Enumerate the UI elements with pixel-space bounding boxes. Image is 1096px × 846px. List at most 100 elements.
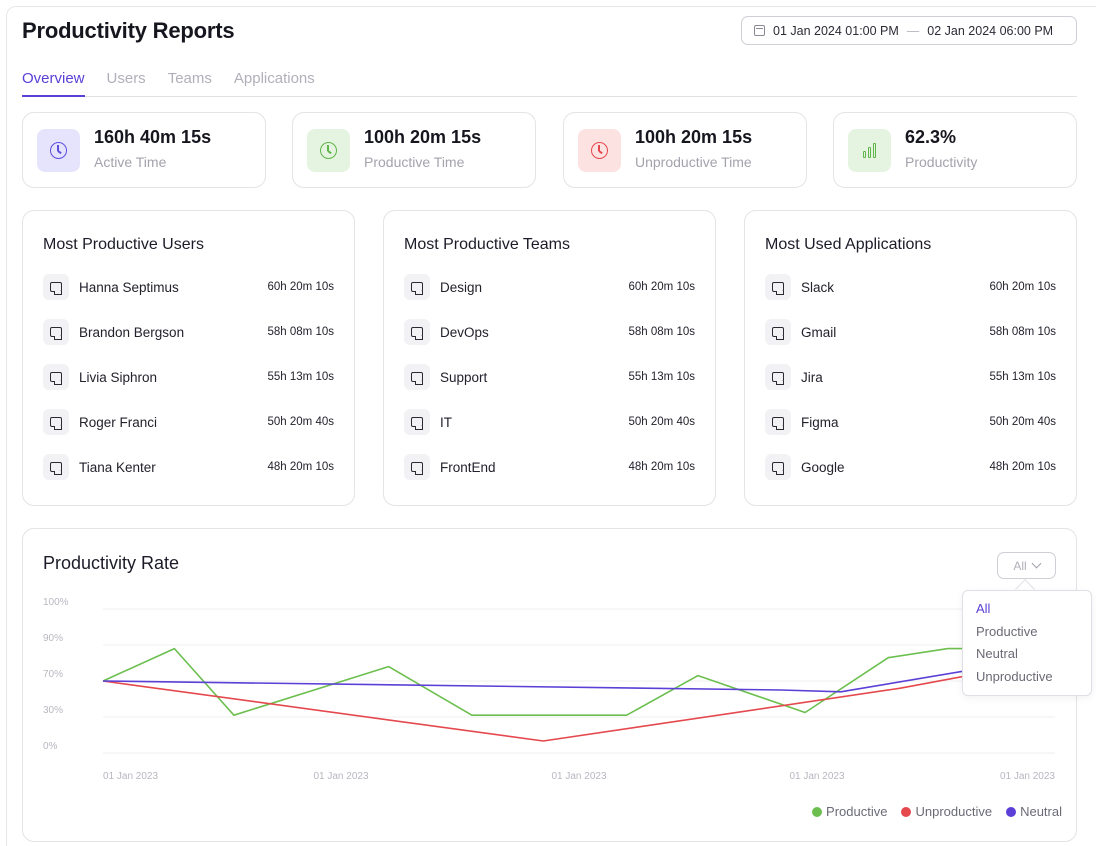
- stat-card-active-time: 160h 40m 15s Active Time: [22, 112, 266, 188]
- tab-teams[interactable]: Teams: [168, 70, 212, 97]
- stat-icon-box: [307, 128, 350, 172]
- dropdown-option-all[interactable]: All: [976, 601, 1091, 624]
- list-item[interactable]: Jira 55h 13m 10s: [765, 364, 1056, 390]
- monitor-icon: [43, 364, 69, 390]
- monitor-icon: [404, 319, 430, 345]
- chevron-down-icon: [1031, 558, 1042, 569]
- list-item-name: Support: [440, 369, 488, 385]
- stat-card-unproductive-time: 100h 20m 15s Unproductive Time: [563, 112, 807, 188]
- list-item-name: Tiana Kenter: [79, 459, 156, 475]
- series-line-productive: [102, 647, 1055, 716]
- stat-label: Productivity: [905, 153, 978, 170]
- monitor-icon: [43, 274, 69, 300]
- chart-title: Productivity Rate: [43, 553, 180, 573]
- list-item-name: FrontEnd: [440, 459, 496, 475]
- series-line-unproductive: [102, 658, 1056, 742]
- list-item-name: Livia Siphron: [79, 369, 158, 385]
- legend-dot: [1006, 806, 1017, 817]
- monitor-icon: [43, 409, 69, 435]
- card-title: Most Productive Users: [43, 236, 204, 253]
- list-item-time: 55h 13m 10s: [267, 371, 335, 383]
- bar-chart-icon: [863, 142, 876, 158]
- stat-value: 62.3%: [905, 126, 957, 147]
- list-item-name: Hanna Septimus: [79, 279, 179, 295]
- monitor-icon: [404, 409, 430, 435]
- clock-icon: [320, 141, 337, 159]
- list-item-time: 60h 20m 10s: [628, 281, 696, 293]
- tab-users[interactable]: Users: [107, 70, 146, 97]
- filter-value: All: [1013, 558, 1027, 573]
- list-item-name: Slack: [801, 279, 835, 295]
- list-item[interactable]: Livia Siphron 55h 13m 10s: [43, 364, 334, 390]
- report-tabs: Overview Users Teams Applications: [22, 70, 1077, 97]
- stat-icon-box: [578, 128, 621, 172]
- stat-label: Active Time: [94, 153, 167, 170]
- list-item[interactable]: Roger Franci 50h 20m 40s: [43, 409, 334, 435]
- list-item[interactable]: FrontEnd 48h 20m 10s: [404, 454, 695, 480]
- list-item[interactable]: Hanna Septimus 60h 20m 10s: [43, 274, 334, 300]
- y-tick-label: 70%: [43, 669, 63, 680]
- monitor-icon: [43, 454, 69, 480]
- dropdown-option-unproductive[interactable]: Unproductive: [976, 669, 1091, 692]
- list-item[interactable]: DevOps 58h 08m 10s: [404, 319, 695, 345]
- legend-label: Unproductive: [915, 804, 993, 819]
- list-item[interactable]: Figma 50h 20m 40s: [765, 409, 1056, 435]
- x-tick-label: 01 Jan 2023: [103, 771, 158, 782]
- dropdown-option-neutral[interactable]: Neutral: [976, 646, 1091, 669]
- list-item-name: IT: [440, 414, 452, 430]
- productivity-rate-card: 100% 90% 70% 30% 0% 01 Jan 2023 01 Jan 2023 01 …: [22, 528, 1077, 842]
- dropdown-option-productive[interactable]: Productive: [976, 624, 1091, 647]
- x-tick-label: 01 Jan 2023: [313, 771, 368, 782]
- productivity-chart: 100% 90% 70% 30% 0% 01 Jan 2023 01 Jan 2023 01 …: [43, 597, 1056, 782]
- stat-card-productivity: 62.3% Productivity: [833, 112, 1077, 188]
- list-item[interactable]: Support 55h 13m 10s: [404, 364, 695, 390]
- list-item-time: 48h 20m 10s: [267, 461, 335, 473]
- date-end: 02 Jan 2024 06:00 PM: [927, 23, 1054, 38]
- y-tick-label: 30%: [43, 705, 63, 716]
- card-most-productive-teams: Most Productive Teams Design 60h 20m 10s …: [383, 210, 716, 506]
- list-item[interactable]: Brandon Bergson 58h 08m 10s: [43, 319, 334, 345]
- date-start: 01 Jan 2024 01:00 PM: [773, 23, 899, 38]
- stat-card-productive-time: 100h 20m 15s Productive Time: [292, 112, 536, 188]
- list-item[interactable]: Gmail 58h 08m 10s: [765, 319, 1056, 345]
- date-range-picker[interactable]: 01 Jan 2024 01:00 PM — 02 Jan 2024 06:00…: [741, 16, 1077, 45]
- monitor-icon: [404, 274, 430, 300]
- list-item[interactable]: IT 50h 20m 40s: [404, 409, 695, 435]
- stat-value: 100h 20m 15s: [364, 126, 482, 147]
- legend-dot: [812, 806, 823, 817]
- legend-label: Productive: [826, 804, 888, 819]
- monitor-icon: [404, 454, 430, 480]
- y-tick-label: 90%: [43, 633, 63, 644]
- stat-value: 160h 40m 15s: [94, 126, 212, 147]
- chart-legend: Productive Unproductive Neutral: [812, 804, 1062, 819]
- list-item-name: Gmail: [801, 324, 837, 340]
- tab-overview[interactable]: Overview: [22, 70, 85, 97]
- list-item-name: Figma: [801, 414, 839, 430]
- list-item[interactable]: Design 60h 20m 10s: [404, 274, 695, 300]
- list-item[interactable]: Tiana Kenter 48h 20m 10s: [43, 454, 334, 480]
- list-item-name: Jira: [801, 369, 823, 385]
- legend-item: Neutral: [1006, 804, 1062, 819]
- list-item-name: Google: [801, 459, 845, 475]
- list-item-name: Design: [440, 279, 483, 295]
- list-item-name: DevOps: [440, 324, 489, 340]
- tab-applications[interactable]: Applications: [234, 70, 315, 97]
- list-item-name: Roger Franci: [79, 414, 158, 430]
- x-tick-label: 01 Jan 2023: [551, 771, 606, 782]
- series-filter-dropdown: All Productive Neutral Unproductive: [962, 590, 1092, 696]
- date-separator: —: [906, 23, 920, 38]
- list-item[interactable]: Google 48h 20m 10s: [765, 454, 1056, 480]
- list-item-time: 58h 08m 10s: [628, 326, 696, 338]
- x-tick-label: 01 Jan 2023: [789, 771, 844, 782]
- monitor-icon: [43, 319, 69, 345]
- x-tick-label: 01 Jan 2023: [1000, 771, 1055, 782]
- monitor-icon: [765, 274, 791, 300]
- list-item-time: 48h 20m 10s: [989, 461, 1057, 473]
- list-item[interactable]: Slack 60h 20m 10s: [765, 274, 1056, 300]
- y-tick-label: 100%: [43, 597, 69, 608]
- legend-dot: [901, 806, 912, 817]
- list-item-time: 50h 20m 40s: [989, 416, 1057, 428]
- clock-icon: [50, 141, 67, 159]
- list-item-time: 60h 20m 10s: [989, 281, 1057, 293]
- series-filter-select[interactable]: All: [997, 552, 1056, 579]
